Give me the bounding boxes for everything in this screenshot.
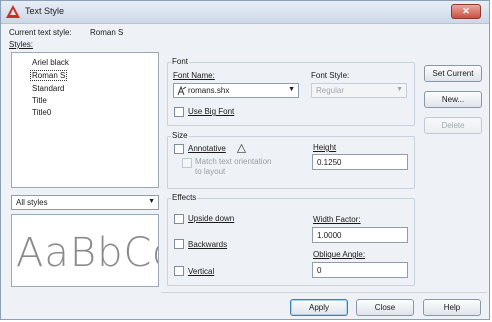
oblique-angle-input[interactable]: 0 (312, 262, 408, 278)
help-button[interactable]: Help (423, 299, 481, 316)
chevron-down-icon: ▼ (288, 86, 295, 93)
chevron-down-icon: ▼ (148, 198, 155, 205)
width-factor-label: Width Factor: (313, 215, 361, 224)
vertical-checkbox[interactable] (174, 266, 184, 276)
oblique-angle-label: Oblique Angle: (313, 250, 366, 259)
chevron-down-icon: ▼ (396, 86, 403, 93)
autocad-app-icon (6, 5, 20, 18)
upside-down-checkbox[interactable] (174, 214, 184, 224)
height-label: Height (313, 143, 337, 152)
oblique-angle-value: 0 (317, 266, 322, 275)
effects-group-title: Effects (171, 193, 198, 202)
text-style-dialog: Text Style ✕ Current text style: Roman S… (0, 0, 490, 320)
font-group-title: Font (171, 57, 190, 66)
size-group-title: Size (171, 131, 189, 140)
close-icon: ✕ (462, 6, 470, 16)
annotative-checkbox[interactable] (174, 144, 184, 154)
font-style-dropdown[interactable]: Regular ▼ (311, 83, 407, 98)
height-value: 0.1250 (317, 158, 342, 167)
styles-filter-value: All styles (16, 198, 48, 207)
font-name-label: Font Name: (173, 71, 215, 80)
vertical-label: Vertical (188, 267, 215, 276)
delete-style-button[interactable]: Delete (424, 117, 482, 134)
backwards-checkbox[interactable] (174, 239, 184, 249)
font-style-value: Regular (316, 86, 345, 95)
width-factor-value: 1.0000 (317, 231, 342, 240)
preview-sample-text: AaBbCc (16, 230, 158, 276)
styles-listbox[interactable]: Ariel black Roman S Standard Title Title… (11, 52, 159, 188)
window-close-button[interactable]: ✕ (451, 4, 481, 19)
apply-button[interactable]: Apply (290, 299, 348, 316)
use-big-font-label: Use Big Font (188, 107, 235, 116)
height-input[interactable]: 0.1250 (312, 154, 408, 170)
new-style-button[interactable]: New... (424, 91, 482, 108)
match-orientation-label-line1: Match text orientation (195, 157, 272, 166)
use-big-font-checkbox[interactable] (174, 107, 184, 117)
font-style-label: Font Style: (311, 71, 350, 80)
font-name-value: romans.shx (188, 86, 230, 95)
current-style-value: Roman S (90, 28, 124, 37)
style-item-ariel-black[interactable]: Ariel black (32, 58, 69, 67)
window-title: Text Style (25, 6, 65, 16)
style-item-standard[interactable]: Standard (32, 84, 64, 93)
style-item-roman-s[interactable]: Roman S (30, 70, 68, 81)
styles-filter-dropdown[interactable]: All styles ▼ (11, 195, 159, 210)
text-preview-box: AaBbCc (11, 214, 159, 287)
style-item-title[interactable]: Title (32, 96, 47, 105)
match-orientation-label-line2: to layout (195, 167, 226, 176)
shx-font-icon (177, 86, 187, 96)
annotative-label: Annotative (188, 144, 226, 153)
upside-down-label: Upside down (188, 214, 235, 223)
match-orientation-checkbox[interactable] (182, 158, 192, 168)
styles-label: Styles: (9, 40, 34, 49)
backwards-label: Backwards (188, 240, 228, 249)
current-style-label: Current text style: (9, 28, 72, 37)
title-bar[interactable]: Text Style ✕ (1, 1, 489, 24)
set-current-button[interactable]: Set Current (424, 65, 482, 82)
close-button[interactable]: Close (356, 299, 414, 316)
font-name-dropdown[interactable]: romans.shx ▼ (173, 83, 299, 98)
footer-separator (161, 292, 487, 293)
width-factor-input[interactable]: 1.0000 (312, 227, 408, 243)
style-item-title0[interactable]: Title0 (32, 108, 51, 117)
annotative-icon (237, 144, 246, 153)
